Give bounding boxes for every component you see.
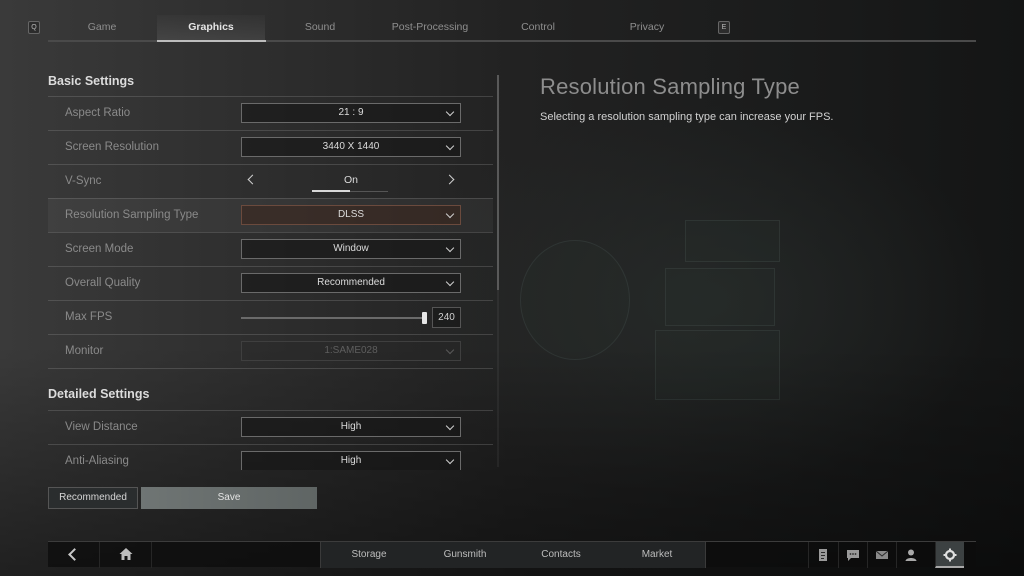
dropdown-value: Window <box>333 243 369 254</box>
chat-button[interactable] <box>838 542 867 568</box>
max-fps-value-input[interactable]: 240 <box>432 307 461 328</box>
tab-post-processing[interactable]: Post-Processing <box>375 15 485 41</box>
prev-tab-key-hint[interactable]: Q <box>28 21 40 34</box>
save-button[interactable]: Save <box>141 487 317 509</box>
active-tab-indicator <box>157 40 266 42</box>
background-decor <box>520 240 630 360</box>
notes-icon <box>819 549 827 561</box>
chevron-down-icon <box>445 345 455 355</box>
chevron-down-icon <box>445 141 455 151</box>
section-title-basic: Basic Settings <box>48 74 135 88</box>
chevron-down-icon <box>445 243 455 253</box>
screen-resolution-dropdown[interactable]: 3440 X 1440 <box>241 137 461 157</box>
setting-label: Aspect Ratio <box>65 107 131 119</box>
chevron-down-icon <box>445 209 455 219</box>
settings-panel: Basic Settings Aspect Ratio 21 : 9 Scree… <box>48 66 500 476</box>
profile-icon <box>905 549 917 561</box>
setting-row-resolution-sampling-type: Resolution Sampling Type DLSS <box>48 198 493 232</box>
tab-privacy[interactable]: Privacy <box>593 15 701 41</box>
dropdown-value: 21 : 9 <box>338 107 364 118</box>
home-icon <box>119 548 133 560</box>
resolution-sampling-type-dropdown[interactable]: DLSS <box>241 205 461 225</box>
setting-row-screen-resolution: Screen Resolution 3440 X 1440 <box>48 130 493 164</box>
bottom-nav-bar: Storage Gunsmith Contacts Market <box>48 541 976 568</box>
anti-aliasing-dropdown[interactable]: High <box>241 451 461 470</box>
chevron-down-icon <box>445 107 455 117</box>
setting-row-monitor: Monitor 1:SAME028 <box>48 334 493 368</box>
v-sync-stepper: On <box>241 169 461 195</box>
setting-label: Overall Quality <box>65 277 141 289</box>
dropdown-value: DLSS <box>337 209 365 220</box>
tab-graphics[interactable]: Graphics <box>157 15 265 41</box>
row-divider <box>48 368 493 369</box>
profile-button[interactable] <box>896 542 925 568</box>
setting-label: View Distance <box>65 421 138 433</box>
dropdown-value: High <box>340 421 362 432</box>
setting-row-view-distance: View Distance High <box>48 410 493 444</box>
home-button[interactable] <box>100 542 152 568</box>
background-decor <box>665 268 775 326</box>
setting-row-v-sync: V-Sync On <box>48 164 493 198</box>
chevron-down-icon <box>445 455 455 465</box>
chevron-down-icon <box>445 277 455 287</box>
tab-control[interactable]: Control <box>484 15 592 41</box>
setting-label: Screen Mode <box>65 243 134 255</box>
settings-scrollbar-thumb[interactable] <box>497 75 499 290</box>
mail-button[interactable] <box>867 542 896 568</box>
dropdown-value: High <box>340 455 362 466</box>
slider-thumb[interactable] <box>422 312 427 324</box>
notes-button[interactable] <box>808 542 837 568</box>
nav-link-contacts[interactable]: Contacts <box>513 542 609 568</box>
next-tab-key-hint[interactable]: E <box>718 21 730 34</box>
stepper-position-indicator <box>312 190 350 192</box>
mail-icon <box>875 550 889 559</box>
tab-game[interactable]: Game <box>48 15 156 41</box>
tab-sound[interactable]: Sound <box>266 15 374 41</box>
back-button[interactable] <box>48 542 100 568</box>
recommended-button[interactable]: Recommended <box>48 487 138 509</box>
bottom-nav-links: Storage Gunsmith Contacts Market <box>320 542 706 568</box>
nav-link-gunsmith[interactable]: Gunsmith <box>417 542 513 568</box>
background-decor <box>655 330 780 400</box>
chat-icon <box>847 550 859 561</box>
screen-mode-dropdown[interactable]: Window <box>241 239 461 259</box>
overall-quality-dropdown[interactable]: Recommended <box>241 273 461 293</box>
setting-label: Monitor <box>65 345 104 357</box>
settings-gear-icon <box>943 548 957 562</box>
description-text: Selecting a resolution sampling type can… <box>540 111 834 123</box>
stepper-value: On <box>343 174 358 186</box>
chevron-left-icon <box>68 548 81 561</box>
nav-link-market[interactable]: Market <box>609 542 705 568</box>
setting-label: Max FPS <box>65 311 113 323</box>
settings-tab-bar: Q Game Graphics Sound Post-Processing Co… <box>0 0 1024 42</box>
section-title-detailed: Detailed Settings <box>48 387 150 401</box>
setting-label: Resolution Sampling Type <box>65 209 199 221</box>
nav-link-storage[interactable]: Storage <box>321 542 417 568</box>
chevron-right-icon[interactable] <box>444 173 458 187</box>
settings-button[interactable] <box>935 542 964 568</box>
setting-row-max-fps: Max FPS 240 <box>48 300 493 334</box>
dropdown-value: 3440 X 1440 <box>322 141 380 152</box>
dropdown-value: Recommended <box>317 277 385 288</box>
max-fps-slider: 240 <box>241 307 461 329</box>
dropdown-value: 1:SAME028 <box>324 345 378 356</box>
setting-label: Anti-Aliasing <box>65 455 129 467</box>
setting-label: Screen Resolution <box>65 141 159 153</box>
description-title: Resolution Sampling Type <box>540 74 800 99</box>
setting-row-overall-quality: Overall Quality Recommended <box>48 266 493 300</box>
slider-track[interactable] <box>241 317 427 319</box>
chevron-down-icon <box>445 421 455 431</box>
setting-label: V-Sync <box>65 175 102 187</box>
background-decor <box>685 220 780 262</box>
setting-row-anti-aliasing: Anti-Aliasing High <box>48 444 493 470</box>
view-distance-dropdown[interactable]: High <box>241 417 461 437</box>
setting-row-aspect-ratio: Aspect Ratio 21 : 9 <box>48 96 493 130</box>
aspect-ratio-dropdown[interactable]: 21 : 9 <box>241 103 461 123</box>
setting-row-screen-mode: Screen Mode Window <box>48 232 493 266</box>
monitor-dropdown: 1:SAME028 <box>241 341 461 361</box>
